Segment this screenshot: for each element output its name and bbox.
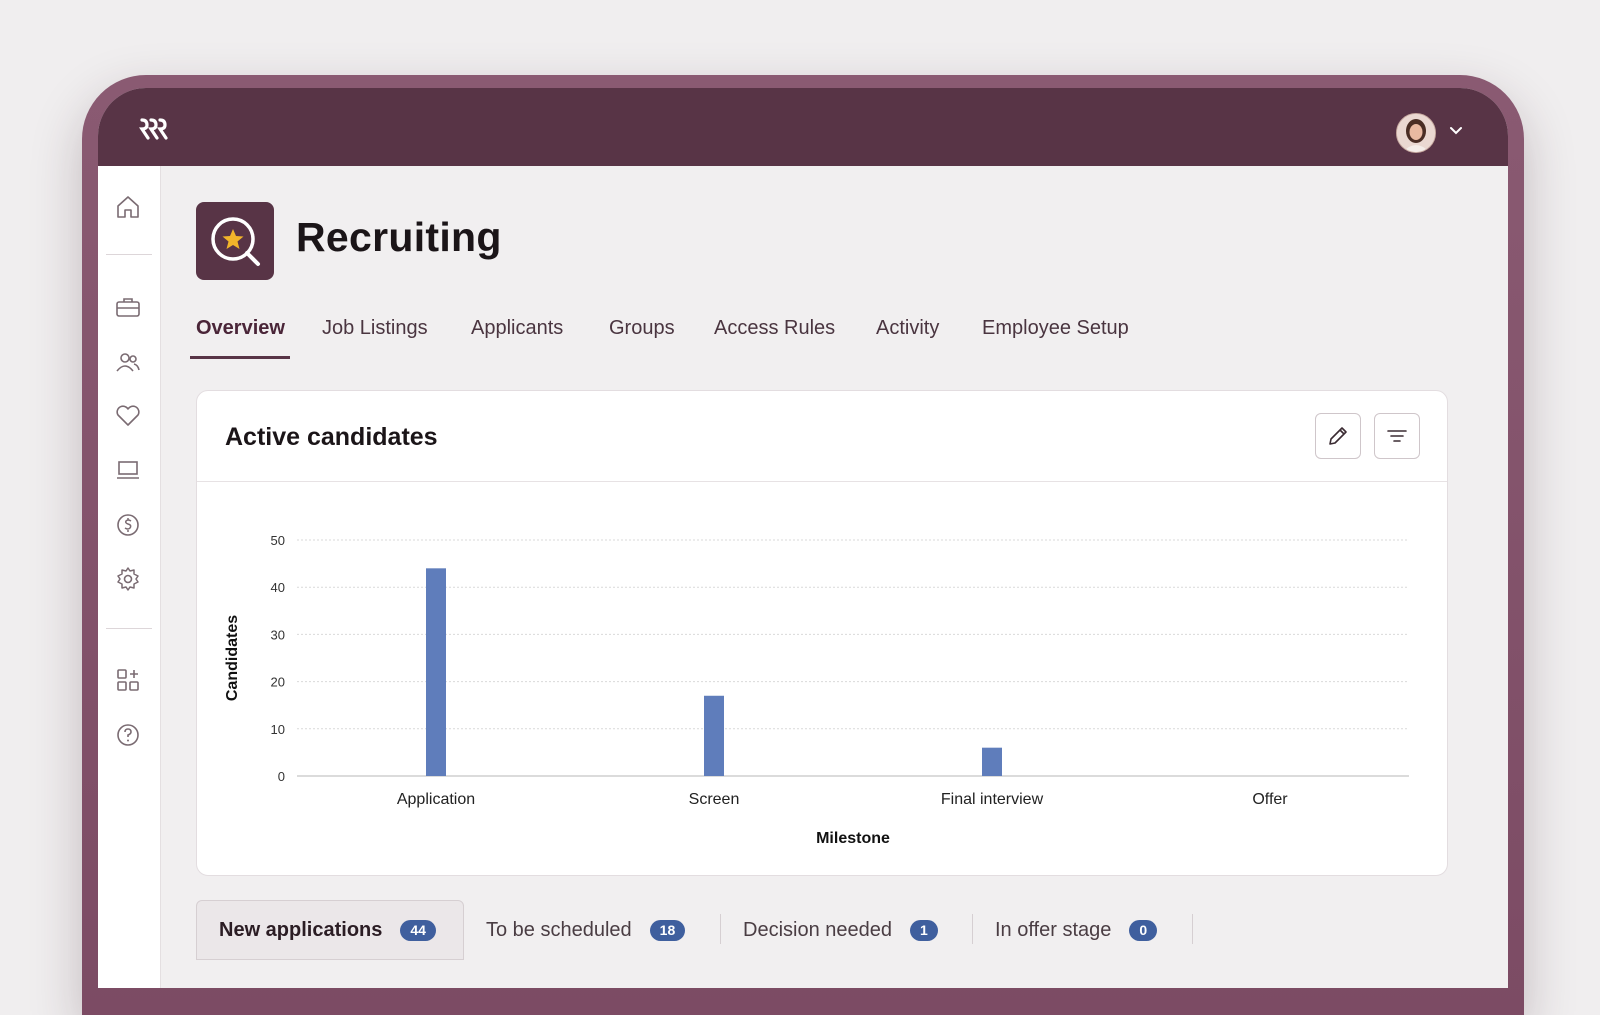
bar xyxy=(426,568,446,776)
tab-access-rules[interactable]: Access Rules xyxy=(708,312,841,362)
tab-job-listings[interactable]: Job Listings xyxy=(316,312,434,362)
help-icon[interactable] xyxy=(115,722,141,748)
tab-activity[interactable]: Activity xyxy=(870,312,945,362)
sidebar xyxy=(98,166,161,988)
status-tab-decision-needed[interactable]: Decision needed 1 xyxy=(743,900,938,960)
filter-button[interactable] xyxy=(1374,413,1420,459)
apps-add-icon[interactable] xyxy=(115,667,141,693)
active-candidates-card: Active candidates 0 10 20 30 40 50 Application… xyxy=(196,390,1448,876)
people-icon[interactable] xyxy=(115,349,141,375)
status-tab-label: New applications xyxy=(219,918,383,941)
bar xyxy=(982,747,1002,776)
y-tick-label: 10 xyxy=(271,722,285,737)
y-tick-label: 0 xyxy=(278,769,285,784)
recruiting-app-icon xyxy=(196,202,274,280)
x-tick-label: Final interview xyxy=(941,791,1044,808)
bar-chart: 0 10 20 30 40 50 Application Screen Final interv… xyxy=(224,533,1409,847)
x-tick-label: Screen xyxy=(689,791,740,808)
x-tick-label: Application xyxy=(397,791,475,808)
y-axis-label: Candidates xyxy=(224,615,241,701)
y-tick-label: 40 xyxy=(271,580,285,595)
laptop-icon[interactable] xyxy=(115,457,141,483)
y-tick-label: 20 xyxy=(271,675,285,690)
home-icon[interactable] xyxy=(115,194,141,220)
app-screen: Recruiting Overview Job Listings Applica… xyxy=(98,88,1508,988)
logo-icon[interactable] xyxy=(138,116,170,142)
card-title: Active candidates xyxy=(225,423,438,451)
bar xyxy=(704,695,724,776)
tab-separator xyxy=(720,914,721,944)
status-tab-in-offer-stage[interactable]: In offer stage 0 xyxy=(995,900,1158,960)
pencil-icon xyxy=(1329,427,1347,445)
dollar-icon[interactable] xyxy=(115,512,141,538)
y-tick-label: 30 xyxy=(271,627,285,642)
edit-button[interactable] xyxy=(1315,413,1361,459)
heart-icon[interactable] xyxy=(115,403,141,429)
top-bar xyxy=(98,88,1508,166)
count-badge: 0 xyxy=(1129,919,1158,941)
status-tab-label: To be scheduled xyxy=(486,918,632,941)
tab-overview[interactable]: Overview xyxy=(190,312,291,362)
count-badge: 1 xyxy=(910,919,938,941)
gear-icon[interactable] xyxy=(115,566,141,592)
y-tick-label: 50 xyxy=(271,533,285,548)
briefcase-icon[interactable] xyxy=(115,294,141,320)
card-header: Active candidates xyxy=(197,391,1447,482)
sidebar-divider xyxy=(106,254,152,255)
status-tab-new-applications[interactable]: New applications 44 xyxy=(196,900,464,960)
status-tab-to-be-scheduled[interactable]: To be scheduled 18 xyxy=(486,900,686,960)
tab-separator xyxy=(1192,914,1193,944)
sidebar-divider xyxy=(106,628,152,629)
tab-applicants[interactable]: Applicants xyxy=(465,312,569,362)
active-tab-indicator xyxy=(190,356,290,359)
user-avatar[interactable] xyxy=(1396,113,1436,153)
tab-groups[interactable]: Groups xyxy=(603,312,681,362)
x-axis-label: Milestone xyxy=(816,830,890,847)
tab-employee-setup[interactable]: Employee Setup xyxy=(976,312,1135,362)
status-tab-label: Decision needed xyxy=(743,918,892,941)
x-tick-label: Offer xyxy=(1252,791,1288,808)
chevron-down-icon[interactable] xyxy=(1448,122,1464,138)
tab-separator xyxy=(972,914,973,944)
filter-icon xyxy=(1387,430,1407,442)
page-title: Recruiting xyxy=(296,214,502,260)
status-tab-label: In offer stage xyxy=(995,918,1112,941)
status-tabs: New applications 44 To be scheduled 18 D… xyxy=(196,900,1446,960)
count-badge: 18 xyxy=(649,919,686,941)
count-badge: 44 xyxy=(400,919,436,941)
